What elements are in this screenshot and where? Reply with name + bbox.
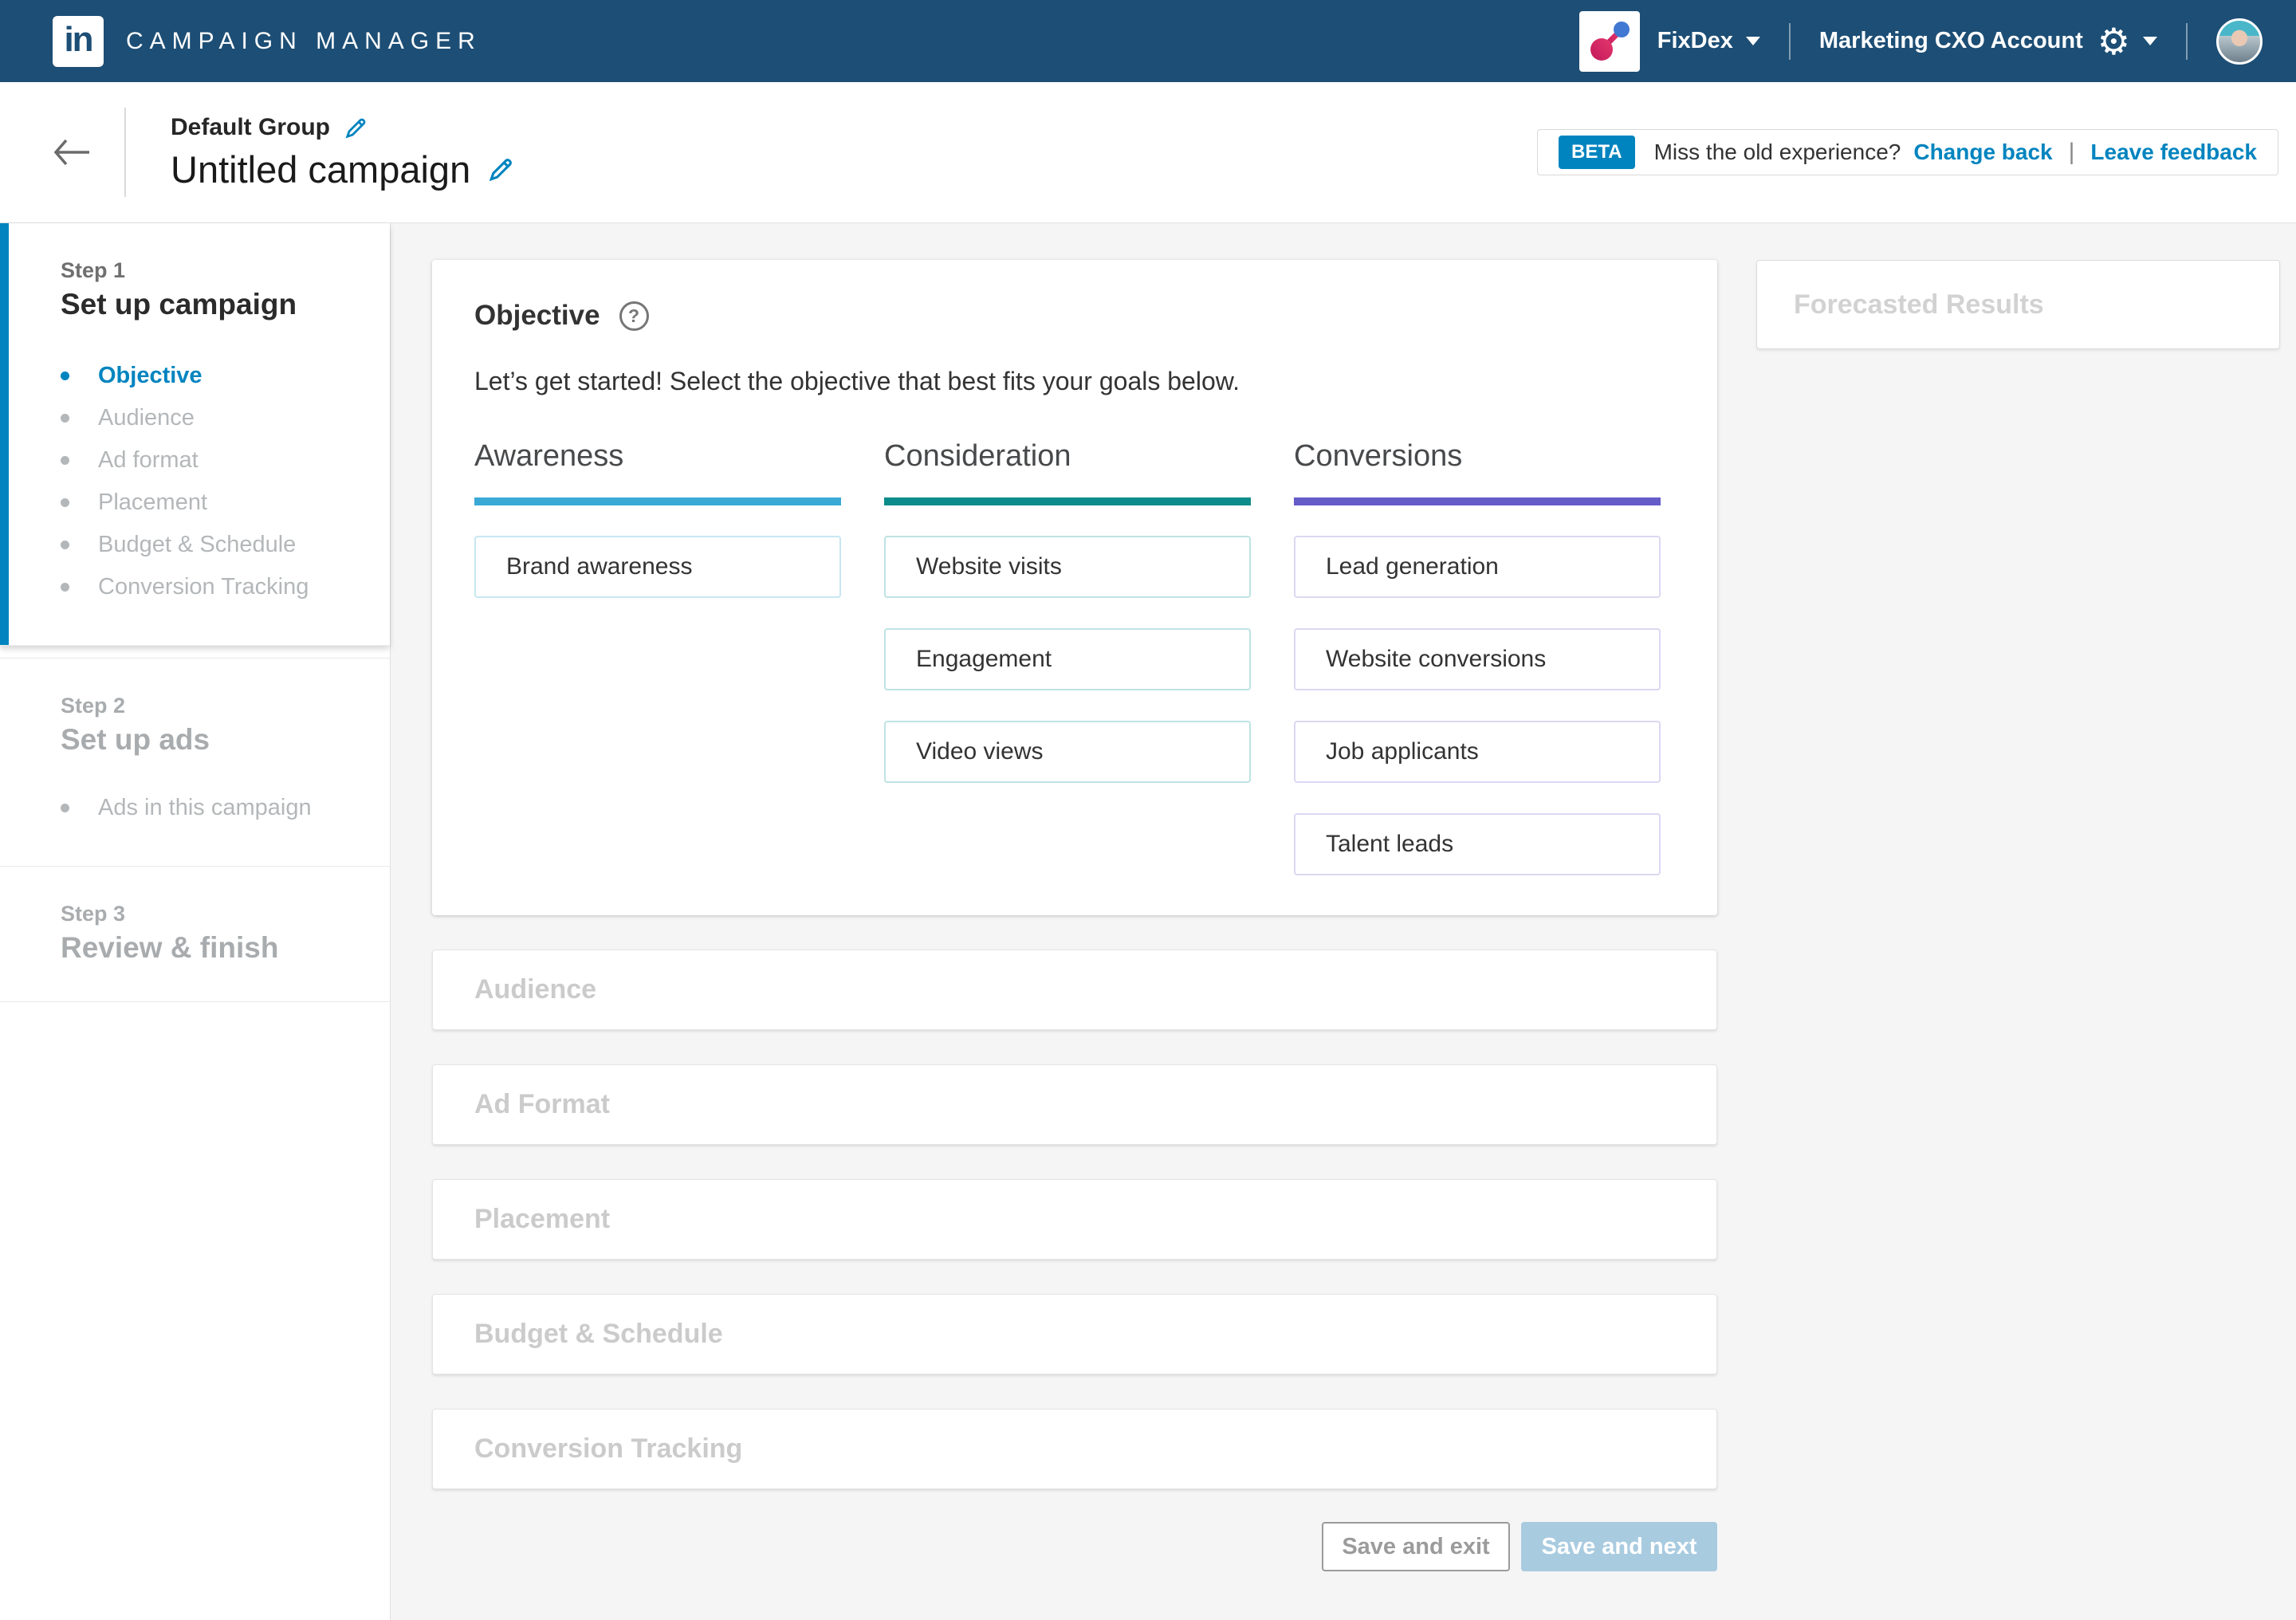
header-divider [124,108,126,197]
conversions-column: Conversions Lead generation Website conv… [1294,439,1661,875]
consideration-column-header: Consideration [884,439,1071,473]
partner-name[interactable]: FixDex [1657,28,1733,54]
sidebar-item-ad-format[interactable]: Ad format [61,439,366,482]
back-button[interactable] [53,137,91,167]
partner-logo-icon[interactable] [1578,10,1640,72]
awareness-column: Awareness Brand awareness [474,439,841,875]
bullet-icon [61,414,69,423]
step-2-label: Step 2 [61,694,126,718]
title-block: Default Group Untitled campaign [171,114,515,191]
conversion-tracking-section-collapsed[interactable]: Conversion Tracking [432,1409,1717,1489]
objective-option-talent-leads[interactable]: Talent leads [1294,813,1661,875]
change-back-link[interactable]: Change back [1913,140,2052,165]
beta-banner: BETA Miss the old experience? Change bac… [1537,129,2278,175]
objective-option-engagement[interactable]: Engagement [884,628,1251,690]
edit-campaign-pencil-icon[interactable] [488,155,515,183]
bullet-icon [61,456,69,465]
leave-feedback-link[interactable]: Leave feedback [2090,140,2257,165]
audience-section-collapsed[interactable]: Audience [432,950,1717,1030]
budget-schedule-section-collapsed[interactable]: Budget & Schedule [432,1294,1717,1374]
user-avatar[interactable] [2216,18,2263,65]
save-and-next-button[interactable]: Save and next [1521,1522,1717,1571]
step-2-section: Step 2 Set up ads Ads in this campaign [0,658,390,867]
consideration-accent-bar [884,497,1251,505]
conversions-column-header: Conversions [1294,439,1463,473]
account-name[interactable]: Marketing CXO Account [1819,28,2083,54]
account-settings-gear-icon[interactable]: ⚙ [2097,23,2130,60]
step-3-section: Step 3 Review & finish [0,867,390,1002]
bullet-icon [61,804,69,812]
sidebar-item-placement[interactable]: Placement [61,482,366,524]
bullet-icon [61,583,69,592]
ad-format-section-collapsed[interactable]: Ad Format [432,1064,1717,1145]
forecasted-results-title: Forecasted Results [1794,289,2044,320]
beta-link-divider: | [2068,139,2075,165]
bullet-icon [61,541,69,549]
step-1-title: Set up campaign [61,288,297,320]
beta-badge: BETA [1559,136,1635,169]
beta-message: Miss the old experience? [1653,140,1901,164]
bullet-icon [61,372,69,380]
placement-section-collapsed[interactable]: Placement [432,1179,1717,1260]
sidebar-item-budget-schedule[interactable]: Budget & Schedule [61,524,366,566]
step-3-title: Review & finish [61,931,279,964]
objective-option-website-visits[interactable]: Website visits [884,536,1251,598]
consideration-column: Consideration Website visits Engagement … [884,439,1251,875]
forecasted-results-card: Forecasted Results [1756,260,2280,349]
navbar-right: FixDex Marketing CXO Account ⚙ [1578,10,2263,72]
objective-title: Objective [474,300,600,331]
save-and-exit-button[interactable]: Save and exit [1322,1522,1510,1571]
steps-sidebar: Step 1 Set up campaign Objective Audienc… [0,223,391,1620]
awareness-accent-bar [474,497,841,505]
bullet-icon [61,498,69,507]
objective-option-lead-generation[interactable]: Lead generation [1294,536,1661,598]
navbar-divider [2186,22,2188,60]
objective-option-website-conversions[interactable]: Website conversions [1294,628,1661,690]
main-panel: Objective ? Let’s get started! Select th… [391,223,2296,1620]
awareness-column-header: Awareness [474,439,624,473]
edit-group-pencil-icon[interactable] [344,116,368,140]
footer-actions: Save and exit Save and next [432,1522,1717,1571]
step-1-label: Step 1 [61,258,126,282]
sidebar-item-audience[interactable]: Audience [61,397,366,439]
step-3-label: Step 3 [61,902,126,926]
objective-card: Objective ? Let’s get started! Select th… [432,260,1717,915]
fixdex-molecule-icon [1590,21,1630,61]
app-title: CAMPAIGN MANAGER [126,27,482,54]
partner-caret-down-icon[interactable] [1745,37,1760,45]
top-navbar: in CAMPAIGN MANAGER FixDex Marketing CXO… [0,0,2296,82]
objective-option-job-applicants[interactable]: Job applicants [1294,721,1661,783]
objective-intro-text: Let’s get started! Select the objective … [474,367,1240,395]
conversions-accent-bar [1294,497,1661,505]
account-caret-down-icon[interactable] [2143,37,2157,45]
sidebar-item-conversion-tracking[interactable]: Conversion Tracking [61,566,366,608]
objective-option-video-views[interactable]: Video views [884,721,1251,783]
step-2-title: Set up ads [61,723,210,756]
group-name: Default Group [171,113,330,140]
campaign-name: Untitled campaign [171,147,471,191]
back-arrow-icon [53,139,89,166]
content-area: Step 1 Set up campaign Objective Audienc… [0,223,2296,1620]
linkedin-logo-icon[interactable]: in [53,15,104,67]
objective-option-brand-awareness[interactable]: Brand awareness [474,536,841,598]
help-icon[interactable]: ? [619,301,649,331]
sidebar-item-objective[interactable]: Objective [61,355,366,397]
navbar-divider [1788,22,1791,60]
page-header: Default Group Untitled campaign BETA Mis… [0,82,2296,223]
step-1-section: Step 1 Set up campaign Objective Audienc… [0,223,390,646]
sidebar-item-ads-in-campaign[interactable]: Ads in this campaign [61,787,366,829]
